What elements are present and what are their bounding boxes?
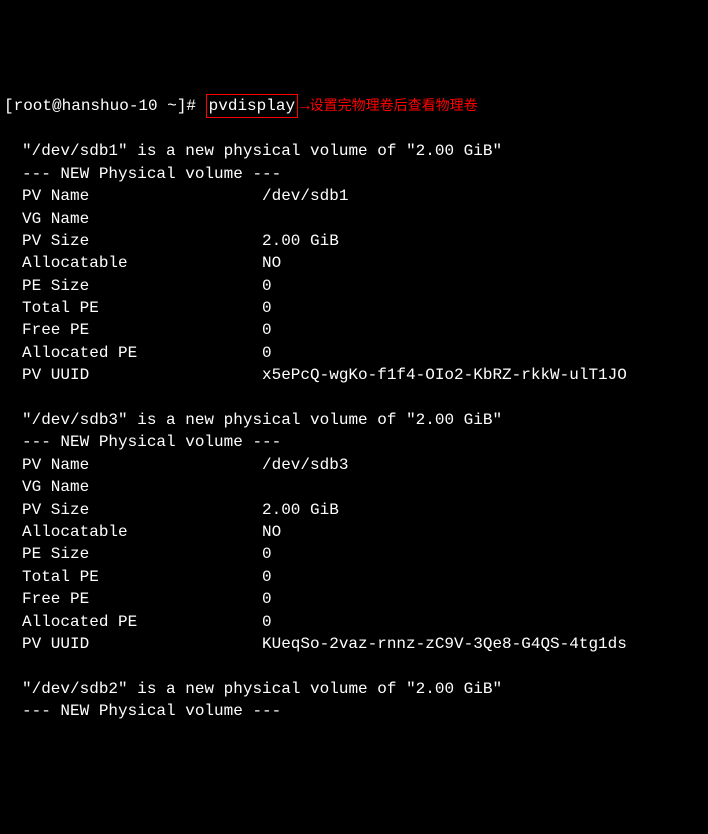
field-label: PV Size [22,499,262,521]
field-label: PV Name [22,185,262,207]
field-value: /dev/sdb1 [262,185,704,207]
arrow-icon: → [300,95,310,117]
field-label: Allocated PE [22,611,262,633]
field-label: PE Size [22,543,262,565]
field-value: x5ePcQ-wgKo-f1f4-OIo2-KbRZ-rkkW-ulT1JO [262,364,704,386]
field-value: KUeqSo-2vaz-rnnz-zC9V-3Qe8-G4QS-4tg1ds [262,633,704,655]
field-value [262,476,704,498]
volume-header: "/dev/sdb1" is a new physical volume of … [4,140,704,162]
terminal-output: "/dev/sdb1" is a new physical volume of … [4,140,704,722]
field-row: Free PE0 [4,588,704,610]
field-row: Total PE0 [4,297,704,319]
field-row: Total PE0 [4,566,704,588]
field-value: NO [262,521,704,543]
field-value: 0 [262,297,704,319]
field-value: NO [262,252,704,274]
field-row: PV Size2.00 GiB [4,499,704,521]
field-row: PV UUIDx5ePcQ-wgKo-f1f4-OIo2-KbRZ-rkkW-u… [4,364,704,386]
field-label: Allocatable [22,521,262,543]
field-row: VG Name [4,476,704,498]
command-text: pvdisplay [209,97,295,115]
field-value: 0 [262,275,704,297]
field-label: Free PE [22,588,262,610]
field-value: 0 [262,611,704,633]
field-value: 0 [262,543,704,565]
field-row: PE Size0 [4,275,704,297]
field-row: Free PE0 [4,319,704,341]
field-row: Allocated PE0 [4,611,704,633]
field-label: PE Size [22,275,262,297]
field-value: 0 [262,566,704,588]
field-value: /dev/sdb3 [262,454,704,476]
field-value: 0 [262,319,704,341]
field-value: 2.00 GiB [262,499,704,521]
volume-header: "/dev/sdb3" is a new physical volume of … [4,409,704,431]
field-label: Total PE [22,566,262,588]
volume-section-header: --- NEW Physical volume --- [4,431,704,453]
field-row: AllocatableNO [4,252,704,274]
field-value: 0 [262,342,704,364]
field-row: AllocatableNO [4,521,704,543]
command-prompt-line: [root@hanshuo-10 ~]# pvdisplay →设置完物理卷后查看… [4,94,704,118]
field-label: PV UUID [22,633,262,655]
field-value: 0 [262,588,704,610]
field-value [262,208,704,230]
field-label: PV UUID [22,364,262,386]
annotation-text: 设置完物理卷后查看物理卷 [310,96,478,116]
field-label: VG Name [22,476,262,498]
field-label: PV Name [22,454,262,476]
blank-line [4,387,704,409]
field-label: Free PE [22,319,262,341]
field-label: VG Name [22,208,262,230]
field-row: PV Size2.00 GiB [4,230,704,252]
prompt-prefix: [root@hanshuo-10 ~]# [4,95,206,117]
field-row: PV UUIDKUeqSo-2vaz-rnnz-zC9V-3Qe8-G4QS-4… [4,633,704,655]
command-highlight-box: pvdisplay [206,94,298,118]
volume-header: "/dev/sdb2" is a new physical volume of … [4,678,704,700]
volume-section-header: --- NEW Physical volume --- [4,700,704,722]
field-label: PV Size [22,230,262,252]
field-row: VG Name [4,208,704,230]
field-row: Allocated PE0 [4,342,704,364]
field-label: Allocatable [22,252,262,274]
field-row: PV Name/dev/sdb1 [4,185,704,207]
field-label: Total PE [22,297,262,319]
field-row: PE Size0 [4,543,704,565]
blank-line [4,655,704,677]
field-value: 2.00 GiB [262,230,704,252]
field-label: Allocated PE [22,342,262,364]
volume-section-header: --- NEW Physical volume --- [4,163,704,185]
field-row: PV Name/dev/sdb3 [4,454,704,476]
